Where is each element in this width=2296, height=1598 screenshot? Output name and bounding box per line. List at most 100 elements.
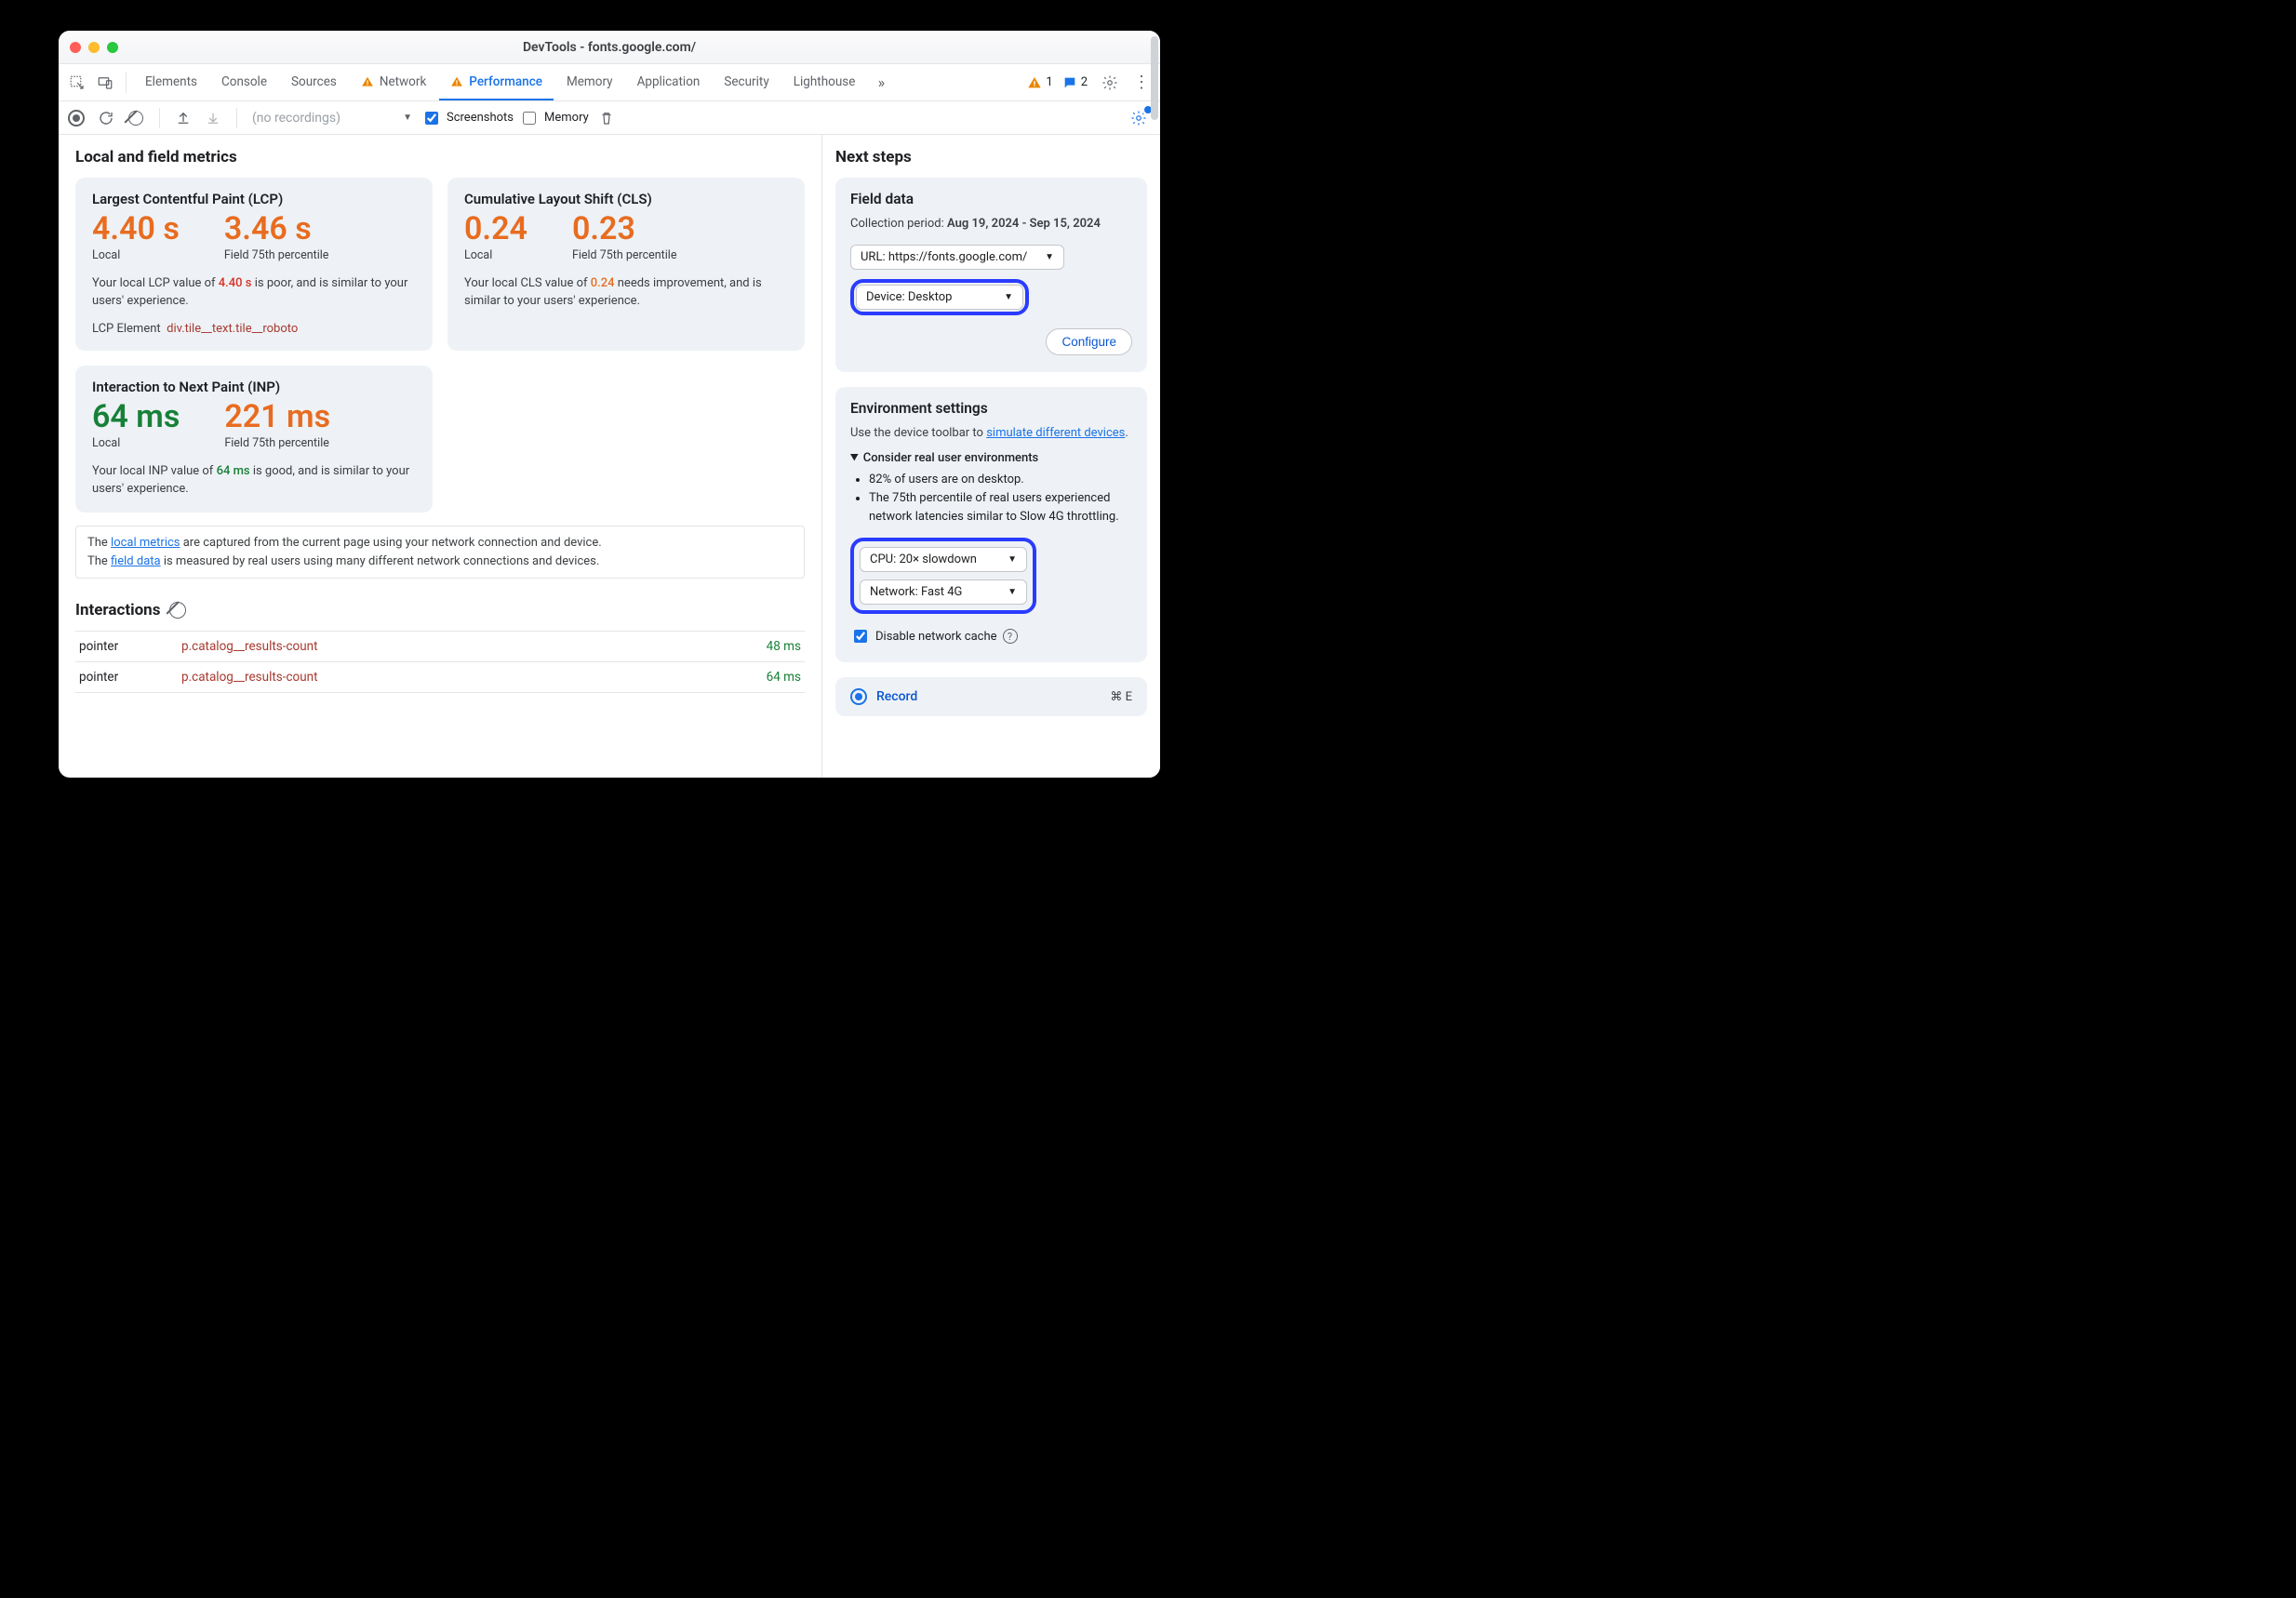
lcp-title: Largest Contentful Paint (LCP) bbox=[92, 191, 416, 207]
status-area: 1 2 ⋮ bbox=[1027, 70, 1155, 96]
disable-cache-checkbox-input[interactable] bbox=[854, 630, 867, 643]
clear-interactions-icon[interactable] bbox=[169, 602, 186, 619]
panel-settings-icon[interactable] bbox=[1127, 106, 1151, 130]
recordings-select[interactable]: (no recordings) ▼ bbox=[248, 109, 416, 127]
throttling-highlight: CPU: 20× slowdown ▼ Network: Fast 4G ▼ bbox=[850, 538, 1036, 614]
memory-checkbox-input[interactable] bbox=[523, 112, 536, 125]
chevron-down-icon: ▼ bbox=[403, 113, 412, 123]
collection-period: Collection period: Aug 19, 2024 - Sep 15… bbox=[850, 215, 1132, 233]
scrollbar[interactable] bbox=[1149, 135, 1158, 778]
clear-icon[interactable] bbox=[124, 106, 148, 130]
device-select-highlight: Device: Desktop ▼ bbox=[850, 279, 1029, 315]
warning-icon bbox=[361, 75, 374, 88]
main-panel: Local and field metrics Largest Contentf… bbox=[59, 135, 821, 778]
separator bbox=[159, 108, 160, 128]
separator bbox=[236, 108, 237, 128]
real-user-env-details[interactable]: Consider real user environments 82% of u… bbox=[850, 451, 1132, 526]
settings-icon[interactable] bbox=[1097, 70, 1123, 96]
lcp-element-row[interactable]: LCP Element div.tile__text.tile__roboto bbox=[92, 322, 416, 336]
field-data-title: Field data bbox=[850, 191, 1132, 207]
cls-card: Cumulative Layout Shift (CLS) 0.24 Local… bbox=[447, 178, 805, 351]
chevron-down-icon: ▼ bbox=[1008, 587, 1017, 597]
more-options-icon[interactable]: ⋮ bbox=[1132, 73, 1151, 92]
message-icon bbox=[1062, 75, 1077, 90]
titlebar: DevTools - fonts.google.com/ bbox=[59, 31, 1160, 64]
warning-icon bbox=[1027, 75, 1042, 90]
select-value: Device: Desktop bbox=[866, 290, 952, 304]
interaction-selector: p.catalog__results-count bbox=[178, 662, 730, 693]
memory-checkbox[interactable]: Memory bbox=[519, 109, 589, 127]
device-select[interactable]: Device: Desktop ▼ bbox=[856, 285, 1023, 310]
zoom-window-button[interactable] bbox=[107, 42, 118, 53]
interactions-table: pointer p.catalog__results-count 48 ms p… bbox=[75, 631, 805, 693]
warnings-badge[interactable]: 1 bbox=[1027, 75, 1052, 90]
select-value: Network: Fast 4G bbox=[870, 585, 962, 599]
warnings-count: 1 bbox=[1046, 75, 1052, 89]
disable-cache-checkbox[interactable]: Disable network cache ? bbox=[850, 627, 1132, 646]
tab-label: Console bbox=[221, 74, 267, 89]
local-metrics-link[interactable]: local metrics bbox=[111, 536, 180, 550]
lcp-field-label: Field 75th percentile bbox=[224, 248, 329, 262]
table-row[interactable]: pointer p.catalog__results-count 48 ms bbox=[75, 632, 805, 662]
record-button-sidebar[interactable]: Record bbox=[850, 688, 917, 705]
simulate-devices-link[interactable]: simulate different devices bbox=[986, 426, 1125, 440]
upload-icon[interactable] bbox=[171, 106, 195, 130]
tab-label: Performance bbox=[469, 74, 542, 89]
tab-memory[interactable]: Memory bbox=[555, 64, 624, 100]
close-window-button[interactable] bbox=[70, 42, 81, 53]
interaction-time: 48 ms bbox=[730, 632, 805, 662]
tab-sources[interactable]: Sources bbox=[280, 64, 348, 100]
tab-label: Network bbox=[380, 74, 426, 89]
cls-field-label: Field 75th percentile bbox=[572, 248, 677, 262]
network-throttle-select[interactable]: Network: Fast 4G ▼ bbox=[860, 579, 1027, 605]
warning-icon bbox=[450, 75, 463, 88]
cpu-throttle-select[interactable]: CPU: 20× slowdown ▼ bbox=[860, 547, 1027, 572]
env-summary[interactable]: Consider real user environments bbox=[850, 451, 1132, 465]
reload-record-icon[interactable] bbox=[94, 106, 118, 130]
url-select[interactable]: URL: https://fonts.google.com/ ▼ bbox=[850, 245, 1064, 270]
inp-title: Interaction to Next Paint (INP) bbox=[92, 379, 416, 395]
configure-button[interactable]: Configure bbox=[1046, 328, 1132, 355]
inp-field-label: Field 75th percentile bbox=[224, 436, 330, 450]
tab-application[interactable]: Application bbox=[626, 64, 712, 100]
device-toolbar-icon[interactable] bbox=[92, 70, 118, 96]
list-item: The 75th percentile of real users experi… bbox=[869, 489, 1132, 526]
field-data-link[interactable]: field data bbox=[111, 554, 161, 568]
messages-badge[interactable]: 2 bbox=[1062, 75, 1088, 90]
tab-elements[interactable]: Elements bbox=[134, 64, 208, 100]
record-button[interactable] bbox=[64, 106, 88, 130]
screenshots-checkbox[interactable]: Screenshots bbox=[421, 109, 514, 127]
tab-lighthouse[interactable]: Lighthouse bbox=[782, 64, 867, 100]
interaction-type: pointer bbox=[75, 662, 178, 693]
help-icon[interactable]: ? bbox=[1003, 629, 1018, 644]
table-row[interactable]: pointer p.catalog__results-count 64 ms bbox=[75, 662, 805, 693]
performance-toolbar: (no recordings) ▼ Screenshots Memory bbox=[59, 101, 1160, 135]
content-area: Local and field metrics Largest Contentf… bbox=[59, 135, 1160, 778]
lcp-element-label: LCP Element bbox=[92, 322, 161, 336]
select-value: URL: https://fonts.google.com/ bbox=[861, 250, 1027, 264]
more-tabs-icon[interactable]: » bbox=[868, 70, 894, 96]
inspect-element-icon[interactable] bbox=[64, 70, 90, 96]
chevron-down-icon: ▼ bbox=[1004, 292, 1013, 302]
devtools-tabstrip: Elements Console Sources Network Perform… bbox=[59, 64, 1160, 101]
checkbox-label: Memory bbox=[544, 111, 589, 125]
window-controls bbox=[70, 42, 118, 53]
record-icon bbox=[850, 688, 867, 705]
tab-performance[interactable]: Performance bbox=[439, 64, 554, 100]
tab-security[interactable]: Security bbox=[713, 64, 780, 100]
garbage-collect-icon[interactable] bbox=[594, 106, 619, 130]
checkbox-label: Screenshots bbox=[447, 111, 514, 125]
messages-count: 2 bbox=[1081, 75, 1088, 89]
inp-description: Your local INP value of 64 ms is good, a… bbox=[92, 463, 416, 499]
list-item: 82% of users are on desktop. bbox=[869, 471, 1132, 489]
record-card: Record ⌘ E bbox=[835, 677, 1147, 716]
download-icon[interactable] bbox=[201, 106, 225, 130]
tab-label: Elements bbox=[145, 74, 197, 89]
env-title: Environment settings bbox=[850, 400, 1132, 417]
tab-console[interactable]: Console bbox=[210, 64, 278, 100]
screenshots-checkbox-input[interactable] bbox=[425, 112, 438, 125]
chevron-down-icon: ▼ bbox=[1045, 252, 1054, 262]
minimize-window-button[interactable] bbox=[88, 42, 100, 53]
tab-network[interactable]: Network bbox=[350, 64, 437, 100]
interaction-type: pointer bbox=[75, 632, 178, 662]
